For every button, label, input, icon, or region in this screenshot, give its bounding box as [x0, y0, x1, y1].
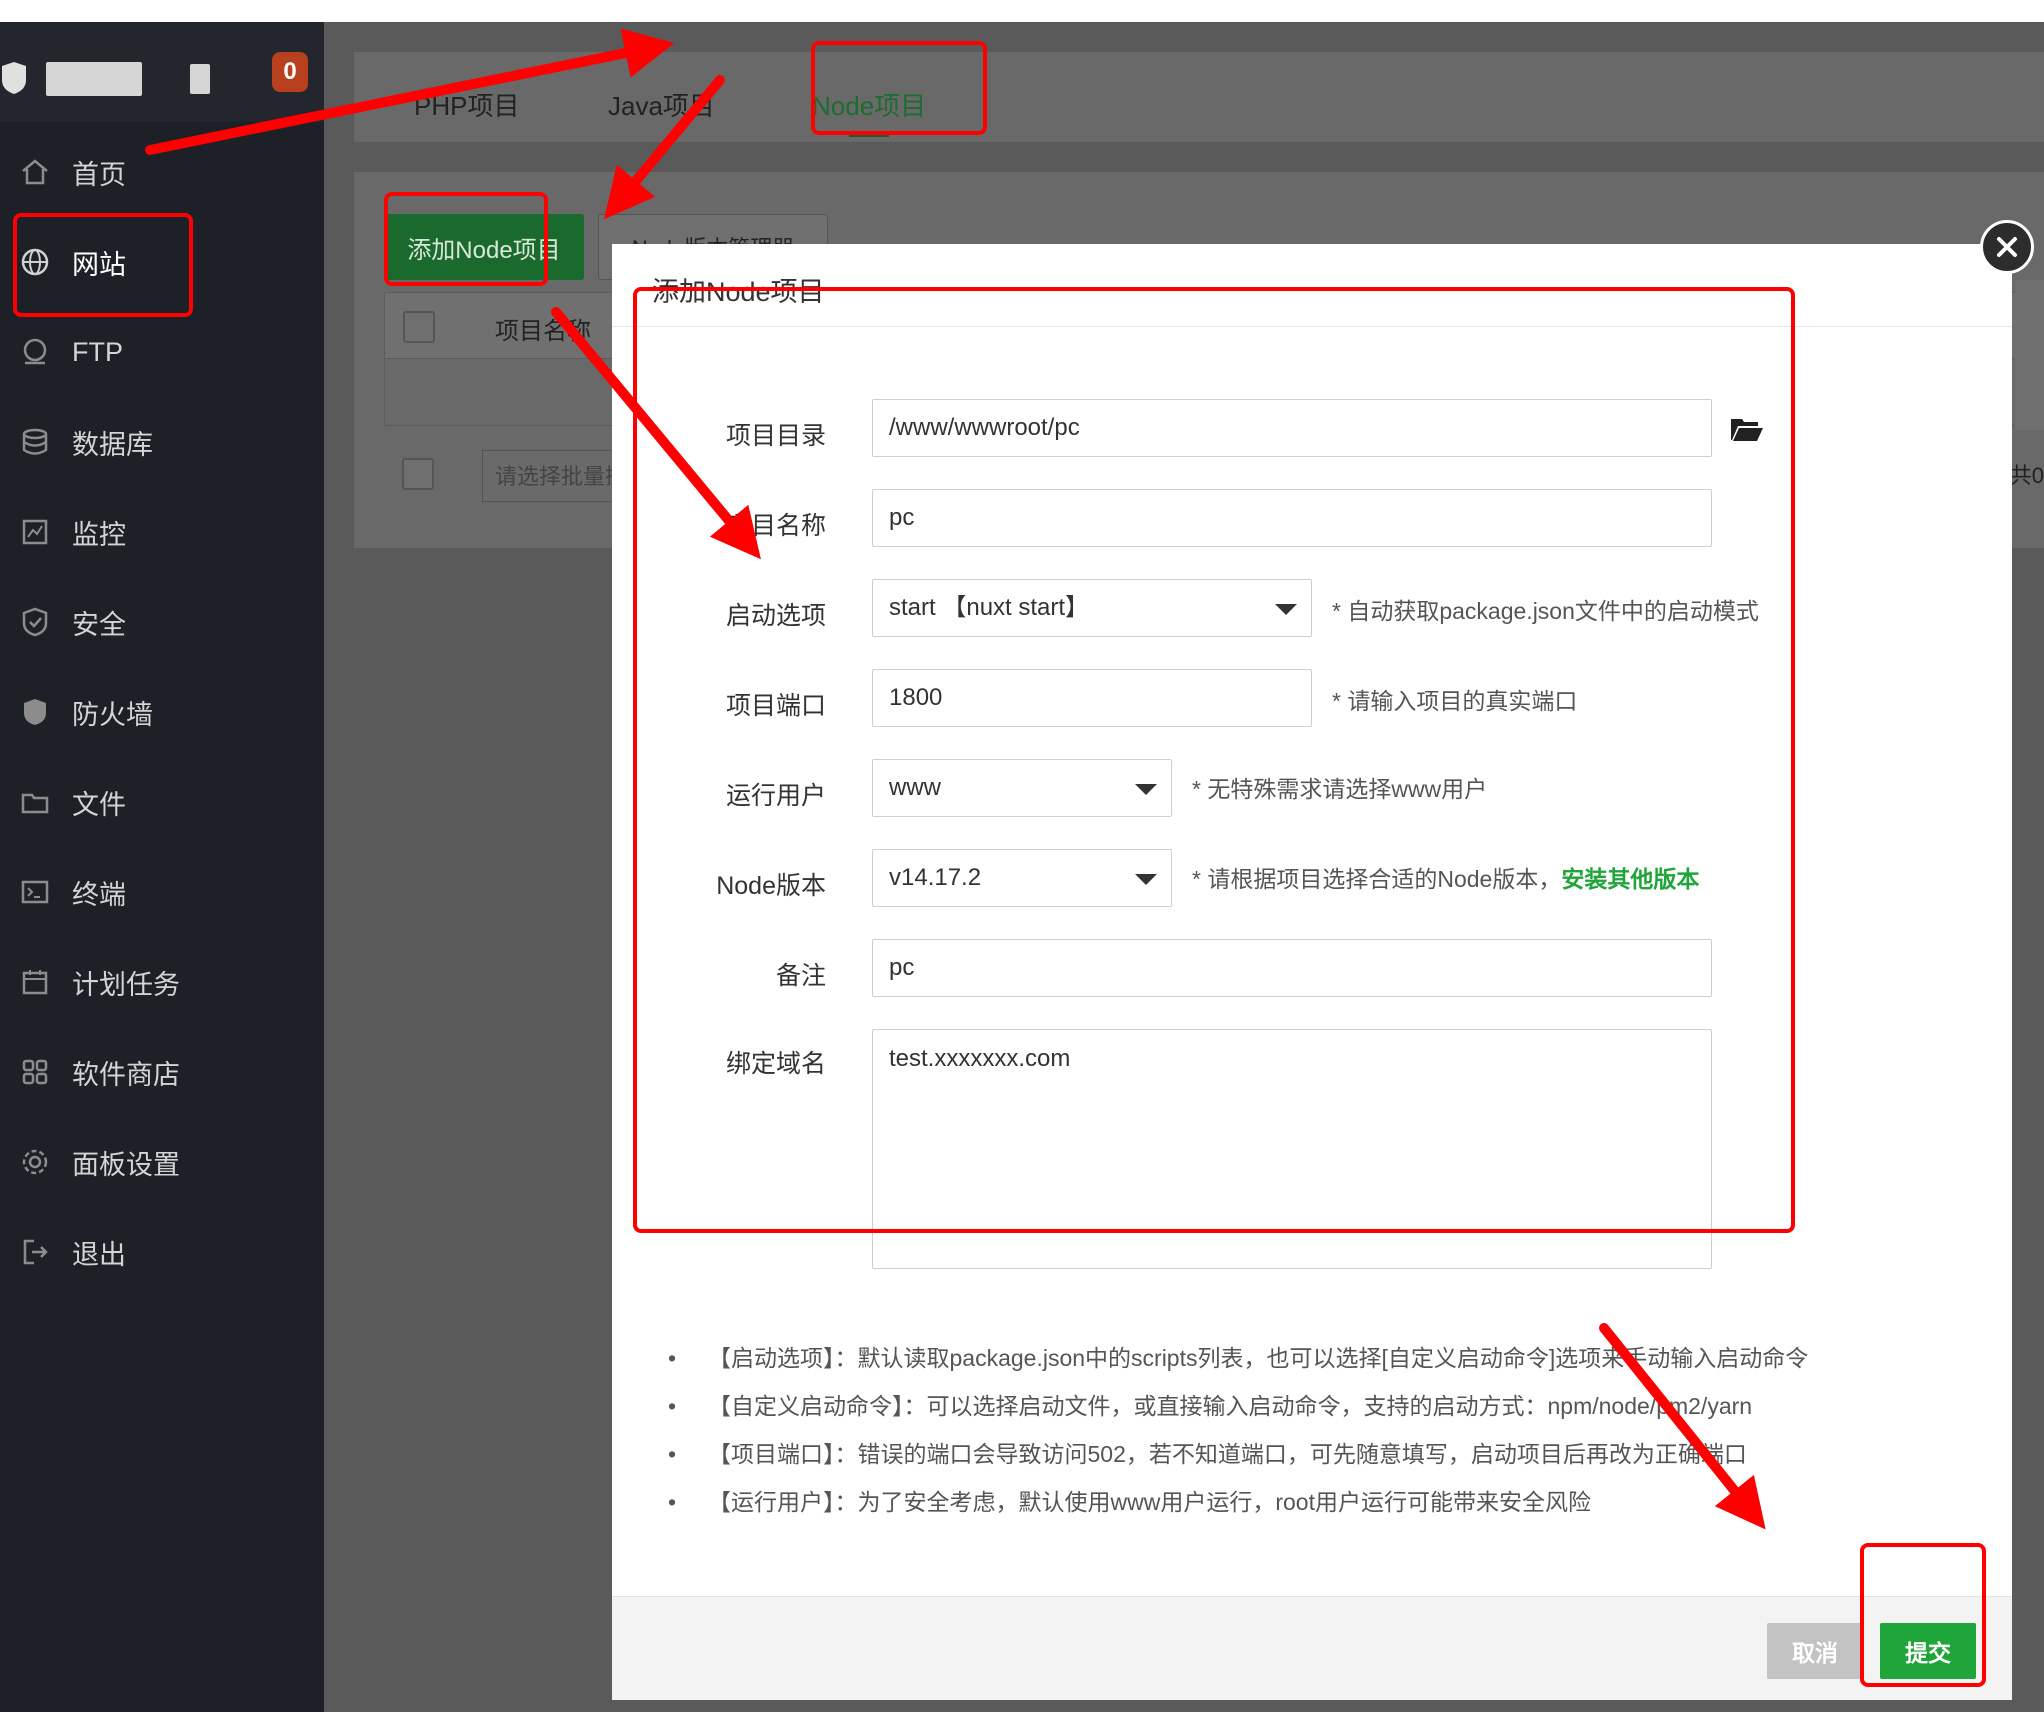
database-icon [18, 425, 52, 459]
grid-icon [18, 1055, 52, 1089]
sidebar-item-label: 文件 [72, 789, 126, 820]
folder-open-icon[interactable] [1730, 416, 1764, 442]
sidebar-item-home[interactable]: 首页 [0, 134, 324, 210]
sidebar-item-label: 终端 [72, 879, 126, 910]
project-dir-input[interactable] [872, 399, 1712, 457]
sidebar-item-database[interactable]: 数据库 [0, 404, 324, 480]
help-note: 【运行用户】：为了安全考虑，默认使用www用户运行，root用户运行可能带来安全… [668, 1478, 1808, 1526]
add-node-project-button[interactable]: 添加Node项目 [384, 214, 584, 280]
add-node-project-dialog: 添加Node项目 项目目录 项目名称 启动选项 start 【nuxt star… [612, 244, 2012, 1700]
sidebar-item-label: 首页 [72, 159, 126, 190]
sidebar-item-label: 计划任务 [72, 969, 180, 1000]
notification-badge[interactable]: 0 [272, 52, 308, 92]
sidebar-item-terminal[interactable]: 终端 [0, 854, 324, 930]
sidebar-item-label: 软件商店 [72, 1059, 180, 1090]
active-tab-indicator [849, 132, 889, 137]
field-label-name: 项目名称 [725, 512, 826, 540]
node-version-hint: * 请根据项目选择合适的Node版本，安装其他版本 [1192, 860, 1699, 894]
monitor-icon [18, 515, 52, 549]
sidebar-item-website[interactable]: 网站 [0, 224, 324, 300]
submit-button[interactable]: 提交 [1880, 1623, 1976, 1679]
start-option-hint: * 自动获取package.json文件中的启动模式 [1332, 598, 1759, 624]
sidebar-item-label: 数据库 [72, 429, 153, 460]
sidebar-item-label: 面板设置 [72, 1149, 180, 1180]
domain-textarea[interactable]: test.xxxxxxx.com [872, 1029, 1712, 1269]
sidebar-item-ftp[interactable]: FTP [0, 314, 324, 390]
tab-php[interactable]: PHP项目 [414, 86, 519, 123]
shield-icon [18, 695, 52, 729]
run-user-select[interactable]: www [872, 759, 1172, 817]
field-label-remark: 备注 [775, 962, 826, 990]
dialog-footer: 取消 提交 [612, 1596, 2012, 1700]
globe-icon [18, 245, 52, 279]
folder-icon [18, 785, 52, 819]
run-user-hint: * 无特殊需求请选择www用户 [1192, 776, 1488, 802]
sidebar-item-appstore[interactable]: 软件商店 [0, 1034, 324, 1110]
select-all-checkbox[interactable] [403, 311, 435, 343]
column-header-name: 项目名称 [495, 318, 591, 345]
help-note: 【启动选项】：默认读取package.json中的scripts列表，也可以选择… [668, 1334, 1808, 1382]
shield-check-icon [18, 605, 52, 639]
help-note: 【自定义启动命令】：可以选择启动文件，或直接输入启动命令，支持的启动方式：npm… [668, 1382, 1808, 1430]
sidebar-item-security[interactable]: 安全 [0, 584, 324, 660]
cancel-button[interactable]: 取消 [1767, 1623, 1863, 1679]
field-label-domain: 绑定域名 [725, 1050, 826, 1078]
chevron-down-icon [1135, 784, 1157, 795]
pagination-total: 共0 [2009, 463, 2044, 488]
gear-icon [18, 1145, 52, 1179]
field-label-dir: 项目目录 [725, 422, 826, 450]
chevron-down-icon [1135, 874, 1157, 885]
sidebar-item-files[interactable]: 文件 [0, 764, 324, 840]
close-icon [1997, 237, 2017, 257]
home-icon [18, 155, 52, 189]
field-label-start: 启动选项 [725, 602, 826, 630]
logo-icon [2, 62, 26, 94]
start-option-value: start 【nuxt start】 [889, 594, 1090, 621]
right-edge-panel [2015, 280, 2044, 430]
start-option-select[interactable]: start 【nuxt start】 [872, 579, 1312, 637]
top-strip [0, 0, 2044, 22]
help-notes: 【启动选项】：默认读取package.json中的scripts列表，也可以选择… [668, 1334, 1808, 1526]
username-redacted [46, 62, 142, 96]
batch-checkbox[interactable] [402, 458, 434, 490]
sidebar-header: 0 [0, 22, 324, 122]
sidebar-item-logout[interactable]: 退出 [0, 1214, 324, 1290]
project-tabs: PHP项目 Java项目 Node项目 [354, 52, 2044, 142]
sidebar-item-label: 防火墙 [72, 699, 153, 730]
sidebar-item-label: 监控 [72, 519, 126, 550]
run-user-value: www [889, 774, 941, 801]
ftp-icon [18, 335, 52, 369]
tab-node[interactable]: Node项目 [812, 86, 926, 123]
sidebar-item-firewall[interactable]: 防火墙 [0, 674, 324, 750]
sidebar-item-cron[interactable]: 计划任务 [0, 944, 324, 1020]
calendar-icon [18, 965, 52, 999]
sidebar-item-label: 退出 [72, 1239, 126, 1270]
dialog-divider [612, 326, 2012, 327]
node-version-select[interactable]: v14.17.2 [872, 849, 1172, 907]
close-dialog-button[interactable] [1980, 220, 2034, 274]
field-label-port: 项目端口 [725, 692, 826, 720]
dialog-title: 添加Node项目 [652, 277, 825, 307]
port-hint: * 请输入项目的真实端口 [1332, 688, 1578, 714]
node-version-hint-text: * 请根据项目选择合适的Node版本， [1192, 866, 1562, 892]
logout-icon [18, 1235, 52, 1269]
username-redacted-tail [190, 64, 210, 94]
field-label-user: 运行用户 [725, 782, 826, 810]
sidebar-item-label: FTP [72, 336, 123, 367]
sidebar: 0 首页 网站 FTP 数据库 监控 安全 防火墙 文件 终端 计划任务 软件商… [0, 22, 324, 1712]
project-name-input[interactable] [872, 489, 1712, 547]
remark-input[interactable] [872, 939, 1712, 997]
field-label-node: Node版本 [716, 872, 826, 900]
help-note: 【项目端口】：错误的端口会导致访问502，若不知道端口，可先随意填写，启动项目后… [668, 1430, 1808, 1478]
terminal-icon [18, 875, 52, 909]
sidebar-item-label: 网站 [72, 249, 126, 280]
node-version-value: v14.17.2 [889, 864, 982, 891]
install-other-version-link[interactable]: 安装其他版本 [1561, 866, 1699, 892]
tab-java[interactable]: Java项目 [608, 86, 715, 123]
project-port-input[interactable] [872, 669, 1312, 727]
sidebar-item-monitor[interactable]: 监控 [0, 494, 324, 570]
chevron-down-icon [1275, 604, 1297, 615]
sidebar-item-settings[interactable]: 面板设置 [0, 1124, 324, 1200]
sidebar-item-label: 安全 [72, 609, 126, 640]
